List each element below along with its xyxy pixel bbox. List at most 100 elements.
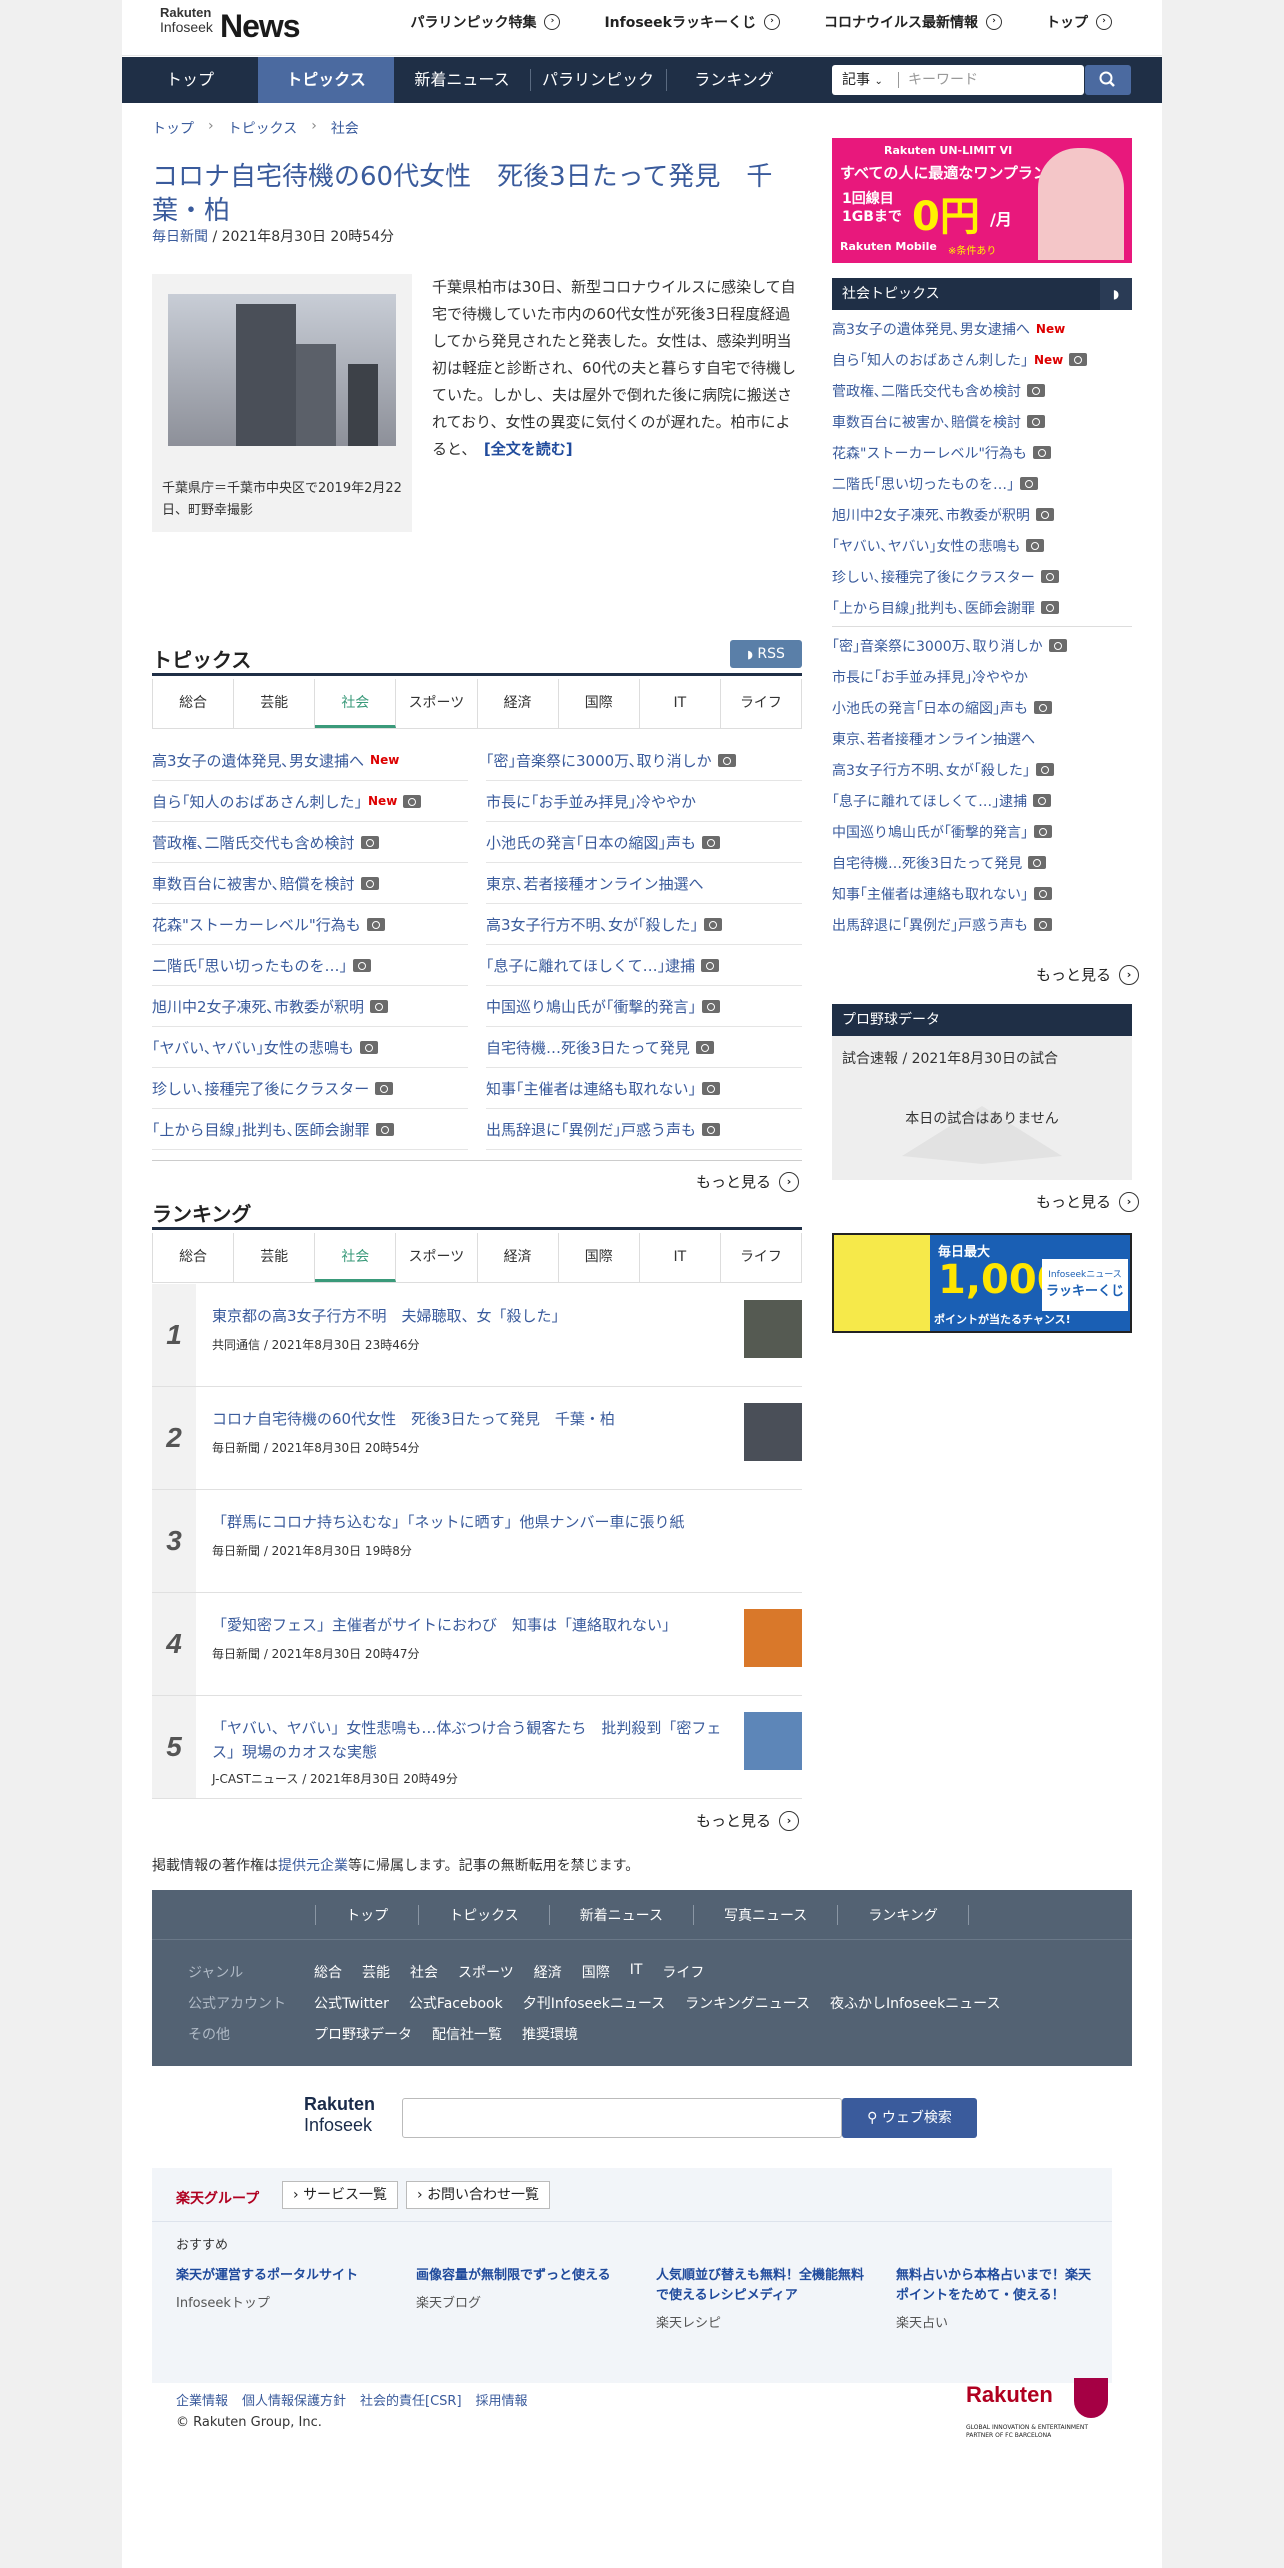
- ranking-item[interactable]: 4 「愛知密フェス」主催者がサイトにおわび 知事は「連絡取れない」 毎日新聞 / 2…: [152, 1593, 802, 1696]
- sidebar-topic-item[interactable]: 菅政権､二階氏交代も含め検討: [832, 375, 1132, 406]
- topics-tab-sports[interactable]: スポーツ: [396, 679, 478, 728]
- footer-official-link[interactable]: 夕刊Infoseekニュース: [523, 1993, 665, 2013]
- topic-list-item[interactable]: ｢息子に離れてほしくて…｣逮捕: [486, 945, 802, 986]
- rakuten-barcelona-logo[interactable]: Rakuten GLOBAL INNOVATION & ENTERTAINMEN…: [966, 2378, 1126, 2442]
- sidebar-topic-item[interactable]: 車数百台に被害か､賠償を検討: [832, 406, 1132, 437]
- ranking-tab-it[interactable]: IT: [640, 1233, 721, 1282]
- top-link-corona[interactable]: コロナウイルス最新情報 ›: [824, 12, 1002, 32]
- contact-list-button[interactable]: › お問い合わせ一覧: [406, 2181, 551, 2209]
- topic-list-item[interactable]: 市長に｢お手並み拝見｣冷ややか: [486, 781, 802, 822]
- sidebar-topic-item[interactable]: 市長に｢お手並み拝見｣冷ややか: [832, 661, 1132, 692]
- footer-genre[interactable]: 総合: [314, 1962, 342, 1982]
- search-input[interactable]: キーワード: [908, 65, 978, 95]
- footer-official-link[interactable]: ランキングニュース: [685, 1993, 810, 2013]
- sidebar-topic-item[interactable]: 東京､若者接種オンライン抽選へ: [832, 723, 1132, 754]
- sidebar-topic-item[interactable]: ｢ヤバい､ヤバい｣女性の悲鳴も: [832, 530, 1132, 561]
- sidebar-topic-item[interactable]: 高3女子の遺体発見､男女逮捕へ New: [832, 313, 1132, 344]
- topic-list-item[interactable]: ｢ヤバい､ヤバい｣女性の悲鳴も: [152, 1027, 468, 1068]
- ranking-tab-society[interactable]: 社会: [315, 1233, 397, 1282]
- footer-genre[interactable]: 社会: [410, 1962, 438, 1982]
- footer-genre[interactable]: IT: [630, 1962, 643, 1982]
- nav-tab-ranking[interactable]: ランキング: [666, 57, 802, 103]
- sidebar-topic-item[interactable]: ｢密｣音楽祭に3000万､取り消しか: [832, 630, 1132, 661]
- topic-list-item[interactable]: 東京､若者接種オンライン抽選へ: [486, 863, 802, 904]
- footer-official-link[interactable]: 公式Facebook: [409, 1993, 503, 2013]
- ranking-item[interactable]: 3 「群馬にコロナ持ち込むな」「ネットに晒す」他県ナンバー車に張り紙 毎日新聞 / …: [152, 1490, 802, 1593]
- recommend-item[interactable]: 画像容量が無制限でずっと使える 楽天ブログ: [416, 2266, 626, 2311]
- sidebar-topic-item[interactable]: 花森"ストーカーレベル"行為も: [832, 437, 1132, 468]
- rakuten-mobile-ad[interactable]: Rakuten UN-LIMIT VI すべての人に最適なワンプラン 1回線目 1…: [832, 138, 1132, 263]
- breadcrumb-society[interactable]: 社会: [331, 118, 359, 138]
- ranking-tab-general[interactable]: 総合: [153, 1233, 235, 1282]
- top-link-lottery[interactable]: Infoseekラッキーくじ ›: [604, 12, 780, 32]
- topics-more-link[interactable]: もっと見る ›: [696, 1171, 800, 1192]
- nav-tab-paralympic[interactable]: パラリンピック: [530, 57, 666, 103]
- recommend-item[interactable]: 人気順並び替えも無料！全機能無料で使えるレシピメディア 楽天レシピ: [656, 2266, 866, 2331]
- sidebar-topic-item[interactable]: 二階氏｢思い切ったものを…｣: [832, 468, 1132, 499]
- footer-link-latest[interactable]: 新着ニュース: [550, 1904, 694, 1925]
- topics-tab-life[interactable]: ライフ: [721, 679, 801, 728]
- footer-other-link[interactable]: 推奨環境: [522, 2024, 578, 2044]
- sidebar-topic-item[interactable]: 小池氏の発言｢日本の縮図｣声も: [832, 692, 1132, 723]
- topic-list-item[interactable]: 花森"ストーカーレベル"行為も: [152, 904, 468, 945]
- web-search-input[interactable]: [402, 2098, 842, 2138]
- topics-tab-general[interactable]: 総合: [153, 679, 235, 728]
- ranking-tab-sports[interactable]: スポーツ: [396, 1233, 478, 1282]
- sidebar-topic-item[interactable]: 中国巡り鳩山氏が｢衝撃的発言｣: [832, 816, 1132, 847]
- ranking-item[interactable]: 5 「ヤバい、ヤバい」女性悲鳴も…体ぶつけ合う観客たち 批判殺到「密フェス」現場の…: [152, 1696, 802, 1799]
- topic-list-item[interactable]: 高3女子行方不明､女が｢殺した｣: [486, 904, 802, 945]
- topic-list-item[interactable]: 菅政権､二階氏交代も含め検討: [152, 822, 468, 863]
- breadcrumb-topics[interactable]: トピックス: [228, 118, 298, 138]
- topic-list-item[interactable]: 旭川中2女子凍死､市教委が釈明: [152, 986, 468, 1027]
- topic-list-item[interactable]: ｢密｣音楽祭に3000万､取り消しか: [486, 740, 802, 781]
- web-search-button[interactable]: ⚲ ウェブ検索: [842, 2098, 977, 2138]
- topic-list-item[interactable]: 車数百台に被害か､賠償を検討: [152, 863, 468, 904]
- topics-tab-society[interactable]: 社会: [315, 679, 397, 728]
- footer-link-photo[interactable]: 写真ニュース: [694, 1904, 839, 1925]
- sidebar-topic-item[interactable]: 出馬辞退に｢異例だ｣戸惑う声も: [832, 909, 1132, 940]
- site-logo[interactable]: Rakuten Infoseek News: [160, 6, 301, 45]
- topic-list-item[interactable]: 知事｢主催者は連絡も取れない｣: [486, 1068, 802, 1109]
- baseball-more-link[interactable]: もっと見る ›: [1036, 1191, 1140, 1212]
- search-category-select[interactable]: 記事 ⌄: [832, 65, 896, 95]
- topic-list-item[interactable]: 中国巡り鳩山氏が｢衝撃的発言｣: [486, 986, 802, 1027]
- topics-tab-it[interactable]: IT: [640, 679, 721, 728]
- breadcrumb-top[interactable]: トップ: [152, 118, 194, 138]
- footer-official-link[interactable]: 夜ふかしInfoseekニュース: [830, 1993, 1000, 2013]
- read-more-link[interactable]: [全文を読む]: [484, 440, 573, 458]
- legal-link[interactable]: 個人情報保護方針: [242, 2390, 346, 2409]
- footer-genre[interactable]: 国際: [582, 1962, 610, 1982]
- nav-tab-topics[interactable]: トピックス: [258, 57, 394, 103]
- topic-list-item[interactable]: 二階氏｢思い切ったものを…｣: [152, 945, 468, 986]
- topics-tab-entertainment[interactable]: 芸能: [234, 679, 316, 728]
- topic-list-item[interactable]: 小池氏の発言｢日本の縮図｣声も: [486, 822, 802, 863]
- topic-list-item[interactable]: 出馬辞退に｢異例だ｣戸惑う声も: [486, 1109, 802, 1150]
- legal-link[interactable]: 採用情報: [476, 2390, 528, 2409]
- ranking-tab-life[interactable]: ライフ: [721, 1233, 801, 1282]
- ranking-tab-international[interactable]: 国際: [559, 1233, 640, 1282]
- footer-genre[interactable]: 経済: [534, 1962, 562, 1982]
- lottery-banner[interactable]: 毎日最大 1,000 ポイントが当たるチャンス! Infoseekニュース ラッ…: [832, 1233, 1132, 1333]
- footer-link-topics[interactable]: トピックス: [419, 1904, 550, 1925]
- sidebar-topic-item[interactable]: 自宅待機…死後3日たって発見: [832, 847, 1132, 878]
- ranking-tab-entertainment[interactable]: 芸能: [234, 1233, 316, 1282]
- recommend-item[interactable]: 無料占いから本格占いまで！楽天ポイントをためて・使える！ 楽天占い: [896, 2266, 1096, 2331]
- topic-list-item[interactable]: 珍しい､接種完了後にクラスター: [152, 1068, 468, 1109]
- nav-tab-latest[interactable]: 新着ニュース: [394, 57, 530, 103]
- ranking-more-link[interactable]: もっと見る ›: [696, 1810, 800, 1831]
- footer-other-link[interactable]: プロ野球データ: [314, 2024, 412, 2044]
- topics-tab-international[interactable]: 国際: [559, 679, 640, 728]
- rss-icon[interactable]: ◗: [1100, 278, 1132, 310]
- article-photo[interactable]: [168, 294, 396, 446]
- rss-button[interactable]: ◗ RSS: [730, 640, 802, 668]
- topic-list-item[interactable]: 高3女子の遺体発見､男女逮捕へ New: [152, 740, 468, 781]
- search-button[interactable]: [1085, 65, 1131, 95]
- topic-list-item[interactable]: 自ら｢知人のおばあさん刺した｣ New: [152, 781, 468, 822]
- ranking-tab-economy[interactable]: 経済: [478, 1233, 559, 1282]
- sidebar-topic-item[interactable]: 珍しい､接種完了後にクラスター: [832, 561, 1132, 592]
- infoseek-logo[interactable]: Rakuten Infoseek: [304, 2094, 375, 2136]
- recommend-item[interactable]: 楽天が運営するポータルサイト Infoseekトップ: [176, 2266, 406, 2311]
- sidebar-topic-item[interactable]: 旭川中2女子凍死､市教委が釈明: [832, 499, 1132, 530]
- nav-tab-top[interactable]: トップ: [122, 57, 258, 103]
- ranking-item[interactable]: 1 東京都の高3女子行方不明 夫婦聴取、女「殺した」 共同通信 / 2021年8月3…: [152, 1284, 802, 1387]
